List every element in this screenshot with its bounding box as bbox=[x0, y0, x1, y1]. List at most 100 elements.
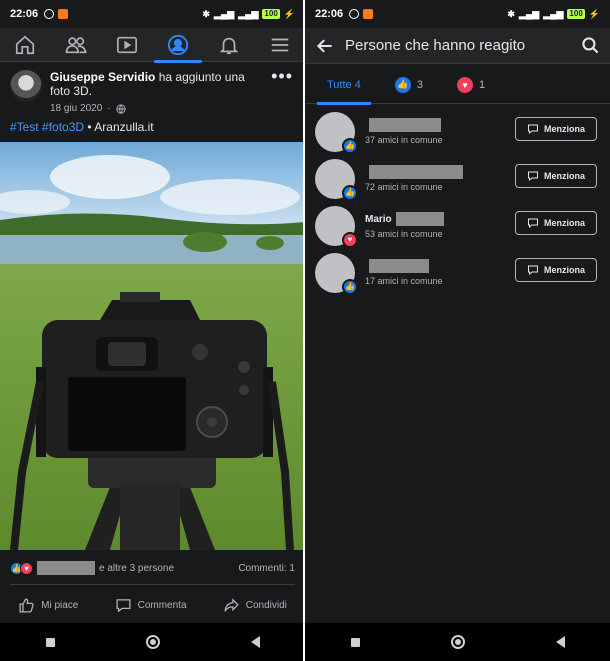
mention-button[interactable]: Menziona bbox=[515, 117, 597, 141]
love-reaction-icon: ♥ bbox=[456, 76, 473, 93]
tab-love[interactable]: ♥ 1 bbox=[447, 66, 495, 104]
mention-button[interactable]: Menziona bbox=[515, 211, 597, 235]
list-item[interactable]: ♥ Mario 53 amici in comune Menziona bbox=[305, 202, 610, 249]
avatar[interactable]: ♥ bbox=[315, 205, 358, 248]
mention-button[interactable]: Menziona bbox=[515, 164, 597, 188]
divider bbox=[10, 584, 295, 585]
post-screen: 22:06 ✱ ▂▄▆ ▂▄▆ 100 ⚡ Giuseppe Servidio … bbox=[0, 0, 305, 661]
home-button[interactable] bbox=[450, 635, 465, 649]
top-navigation bbox=[0, 28, 305, 63]
like-button[interactable]: Mi piace bbox=[18, 597, 78, 614]
battery-icon: 100 bbox=[567, 9, 585, 19]
nav-watch[interactable] bbox=[109, 30, 145, 60]
redacted-name bbox=[369, 118, 441, 132]
system-navigation-bar bbox=[0, 623, 305, 661]
post-photo[interactable] bbox=[0, 142, 305, 550]
thumbs-up-icon bbox=[19, 597, 34, 613]
love-reaction-icon: ♥ bbox=[20, 561, 33, 575]
status-time: 22:06 bbox=[10, 8, 39, 20]
reactions-text: e altre 3 persone bbox=[99, 562, 175, 574]
nav-friends[interactable] bbox=[58, 30, 94, 60]
recent-apps-button[interactable] bbox=[350, 637, 360, 647]
comment-icon bbox=[527, 171, 538, 182]
reactors-list: 👍 37 amici in comune Menziona 👍 72 amici… bbox=[305, 108, 610, 296]
system-navigation-bar bbox=[305, 623, 610, 661]
post-options-button[interactable]: ••• bbox=[271, 66, 293, 87]
mutual-friends: 72 amici in comune bbox=[365, 182, 443, 192]
post-actions: Mi piace Commenta Condividi bbox=[0, 590, 305, 620]
post-caption: #Test #foto3D • Aranzulla.it bbox=[10, 120, 154, 134]
redacted-name bbox=[369, 165, 463, 179]
bell-icon bbox=[219, 37, 239, 54]
reactions-summary[interactable]: 👍 ♥ e altre 3 persone Commenti: 1 bbox=[0, 556, 305, 580]
list-item[interactable]: 👍 37 amici in comune Menziona bbox=[305, 108, 610, 155]
mutual-friends: 37 amici in comune bbox=[365, 135, 443, 145]
mutual-friends: 17 amici in comune bbox=[365, 276, 443, 286]
reaction-tabs: Tutte 4 👍 3 ♥ 1 bbox=[305, 66, 610, 105]
comment-button[interactable]: Commenta bbox=[115, 597, 187, 614]
share-icon bbox=[224, 597, 239, 611]
signal-4g-icon: ▂▄▆ bbox=[238, 8, 259, 19]
post-header: Giuseppe Servidio ha aggiunto una foto 3… bbox=[0, 62, 305, 114]
signal-icon: ▂▄▆ bbox=[518, 8, 540, 19]
site-name: Aranzulla.it bbox=[94, 120, 154, 134]
recent-apps-button[interactable] bbox=[45, 637, 55, 647]
comment-icon bbox=[527, 124, 538, 135]
nav-profile[interactable] bbox=[153, 30, 202, 63]
share-button[interactable]: Condividi bbox=[223, 597, 287, 614]
like-badge-icon: 👍 bbox=[342, 278, 358, 295]
back-button[interactable] bbox=[555, 636, 565, 648]
redacted-name bbox=[37, 561, 95, 575]
alarm-icon bbox=[349, 9, 360, 19]
menu-icon bbox=[271, 38, 288, 51]
like-badge-icon: 👍 bbox=[342, 184, 358, 201]
mention-button[interactable]: Menziona bbox=[515, 258, 597, 282]
comment-icon bbox=[527, 218, 538, 229]
page-title: Persone che hanno reagito bbox=[345, 37, 526, 54]
back-arrow-icon[interactable] bbox=[315, 36, 335, 56]
alarm-icon bbox=[44, 9, 55, 19]
author-name[interactable]: Giuseppe Servidio bbox=[50, 70, 155, 84]
comment-icon bbox=[527, 265, 538, 276]
back-button[interactable] bbox=[250, 636, 260, 648]
search-icon[interactable] bbox=[581, 36, 600, 55]
author-avatar[interactable] bbox=[10, 70, 42, 102]
mutual-friends: 53 amici in comune bbox=[365, 229, 443, 239]
profile-icon bbox=[167, 34, 188, 55]
charging-icon: ⚡ bbox=[588, 8, 600, 19]
app-notification-icon bbox=[58, 9, 69, 19]
battery-icon: 100 bbox=[262, 9, 280, 19]
avatar[interactable]: 👍 bbox=[315, 111, 358, 154]
reactions-screen: 22:06 ✱ ▂▄▆ ▂▄▆ 100 ⚡ Persone che hanno … bbox=[305, 0, 610, 661]
redacted-name bbox=[369, 259, 429, 273]
globe-icon bbox=[116, 104, 126, 114]
like-reaction-icon: 👍 bbox=[394, 76, 411, 93]
signal-icon: ▂▄▆ bbox=[213, 8, 235, 19]
nav-home[interactable] bbox=[7, 30, 43, 60]
comment-icon bbox=[116, 598, 131, 612]
like-badge-icon: 👍 bbox=[342, 137, 358, 154]
reactions-header: Persone che hanno reagito bbox=[305, 28, 610, 64]
status-time: 22:06 bbox=[315, 8, 344, 20]
hashtags[interactable]: #Test #foto3D bbox=[10, 120, 84, 134]
home-icon bbox=[16, 35, 35, 54]
avatar[interactable]: 👍 bbox=[315, 158, 358, 201]
app-notification-icon bbox=[363, 9, 374, 19]
comments-count[interactable]: Commenti: 1 bbox=[238, 563, 295, 574]
list-item[interactable]: 👍 17 amici in comune Menziona bbox=[305, 249, 610, 296]
video-icon bbox=[117, 36, 138, 53]
friends-icon bbox=[65, 36, 87, 53]
camera-photo-image bbox=[0, 142, 305, 550]
tab-all[interactable]: Tutte 4 bbox=[317, 66, 371, 105]
home-button[interactable] bbox=[145, 635, 160, 649]
list-item[interactable]: 👍 72 amici in comune Menziona bbox=[305, 155, 610, 202]
tab-like[interactable]: 👍 3 bbox=[385, 66, 433, 104]
nav-menu[interactable] bbox=[262, 30, 298, 60]
avatar[interactable]: 👍 bbox=[315, 252, 358, 295]
charging-icon: ⚡ bbox=[283, 8, 295, 19]
love-badge-icon: ♥ bbox=[342, 231, 358, 248]
bluetooth-icon: ✱ bbox=[507, 8, 515, 19]
post-date[interactable]: 18 giu 2020 bbox=[50, 102, 102, 116]
nav-notifications[interactable] bbox=[211, 30, 247, 60]
redacted-name bbox=[395, 212, 444, 226]
